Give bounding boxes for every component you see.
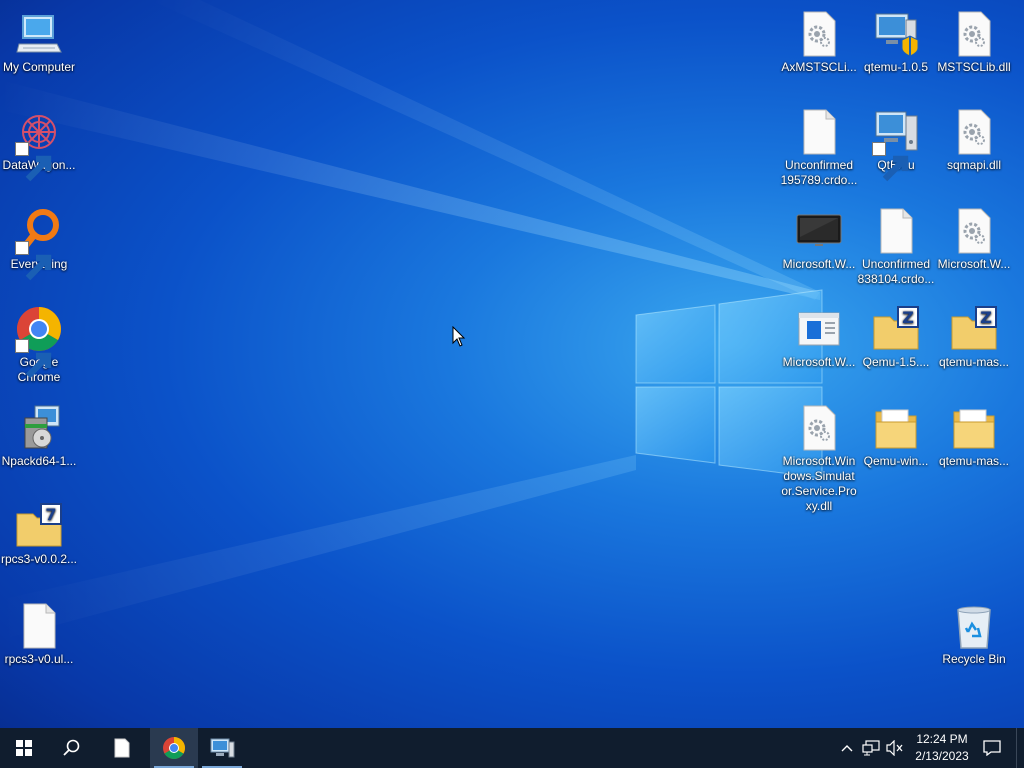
shortcut-arrow-icon bbox=[15, 339, 52, 379]
icon-label: Npackd64-1... bbox=[1, 454, 77, 468]
icon-label: Qemu-win... bbox=[863, 454, 929, 468]
desktop-icon-everything[interactable]: Everything bbox=[0, 207, 78, 281]
desktop-icon-google-chrome[interactable]: Google Chrome bbox=[0, 305, 78, 385]
icon-label: qtemu-mas... bbox=[938, 355, 1010, 369]
desktop-icon-microsoft-w-dll[interactable]: Microsoft.W... bbox=[935, 207, 1013, 272]
qtemu-icon bbox=[872, 108, 920, 182]
mouse-cursor-icon bbox=[452, 325, 466, 353]
desktop-icon-qemu-1-5[interactable]: Z Qemu-1.5.... bbox=[857, 305, 935, 370]
chrome-icon bbox=[163, 737, 185, 759]
everything-icon bbox=[15, 207, 63, 281]
archive-7z-icon: 7 bbox=[15, 502, 63, 550]
taskbar-chrome-button[interactable] bbox=[150, 728, 198, 768]
desktop-icon-qtemu-master-zip[interactable]: Z qtemu-mas... bbox=[935, 305, 1013, 370]
desktop-icon-simulator-proxy-dll[interactable]: Microsoft.Windows.Simulator.Service.Prox… bbox=[780, 404, 858, 514]
blank-file-icon bbox=[795, 108, 843, 156]
icon-label: qtemu-mas... bbox=[938, 454, 1010, 468]
computer-icon bbox=[15, 10, 63, 58]
desktop-icon-microsoft-w-monitor[interactable]: Microsoft.W... bbox=[780, 207, 858, 272]
desktop-icon-qtemu[interactable]: QtEmu bbox=[857, 108, 935, 182]
archive-zip-folder-icon: Z bbox=[950, 305, 998, 353]
search-icon bbox=[63, 739, 80, 756]
icon-label: Unconfirmed 195789.crdo... bbox=[780, 158, 858, 187]
blank-file-icon bbox=[15, 602, 63, 650]
dll-file-icon bbox=[950, 207, 998, 255]
datawagon-icon bbox=[15, 108, 63, 182]
action-center-icon bbox=[983, 740, 1001, 756]
svg-text:7: 7 bbox=[45, 505, 56, 524]
desktop-icon-unconfirmed-195789[interactable]: Unconfirmed 195789.crdo... bbox=[780, 108, 858, 188]
icon-label: Unconfirmed 838104.crdo... bbox=[857, 257, 935, 286]
search-button[interactable] bbox=[48, 728, 96, 768]
desktop-icon-rpcs3-file[interactable]: rpcs3-v0.ul... bbox=[0, 602, 78, 667]
qtemu-setup-icon bbox=[872, 10, 920, 58]
show-desktop-button[interactable] bbox=[1016, 728, 1024, 768]
icon-label: AxMSTSCLi... bbox=[781, 60, 857, 74]
desktop-icon-datawagon[interactable]: DataWagon... bbox=[0, 108, 78, 182]
show-hidden-icons-button[interactable] bbox=[838, 728, 856, 768]
chrome-icon bbox=[15, 305, 63, 379]
svg-text:Z: Z bbox=[902, 308, 914, 327]
folder-icon bbox=[872, 404, 920, 452]
desktop-icon-qtemu-master-folder[interactable]: qtemu-mas... bbox=[935, 404, 1013, 469]
desktop-icon-recycle-bin[interactable]: Recycle Bin bbox=[935, 602, 1013, 667]
icon-label: Qemu-1.5.... bbox=[862, 355, 930, 369]
start-button[interactable] bbox=[0, 728, 48, 768]
shortcut-arrow-icon bbox=[872, 142, 909, 182]
desktop-icon-mstsclib[interactable]: MSTSCLib.dll bbox=[935, 10, 1013, 75]
desktop-icon-my-computer[interactable]: My Computer bbox=[0, 10, 78, 75]
taskbar-clock[interactable]: 12:24 PM 2/13/2023 bbox=[906, 731, 978, 765]
dll-file-icon bbox=[950, 10, 998, 58]
icon-label: qtemu-1.0.5 bbox=[863, 60, 929, 74]
network-button[interactable] bbox=[860, 728, 882, 768]
dll-file-icon bbox=[795, 10, 843, 58]
window-app-icon bbox=[795, 305, 843, 353]
dll-file-icon bbox=[795, 404, 843, 452]
icon-label: rpcs3-v0.ul... bbox=[4, 652, 74, 666]
icon-label: Microsoft.W... bbox=[782, 355, 856, 369]
shortcut-arrow-icon bbox=[15, 241, 52, 281]
icon-label: Microsoft.W... bbox=[782, 257, 856, 271]
icon-label: sqmapi.dll bbox=[946, 158, 1002, 172]
desktop-icon-qtemu-setup[interactable]: qtemu-1.0.5 bbox=[857, 10, 935, 75]
desktop-icon-unconfirmed-838104[interactable]: Unconfirmed 838104.crdo... bbox=[857, 207, 935, 287]
taskbar-remote-desktop-button[interactable] bbox=[198, 728, 246, 768]
icon-label: Microsoft.Windows.Simulator.Service.Prox… bbox=[781, 454, 857, 513]
svg-text:Z: Z bbox=[980, 308, 992, 327]
dll-file-icon bbox=[950, 108, 998, 156]
monitor-icon bbox=[795, 207, 843, 255]
volume-button[interactable] bbox=[884, 728, 906, 768]
chevron-up-icon bbox=[841, 745, 853, 752]
taskbar: 12:24 PM 2/13/2023 bbox=[0, 728, 1024, 768]
desktop-icon-sqmapi[interactable]: sqmapi.dll bbox=[935, 108, 1013, 173]
desktop-icon-microsoft-w-app[interactable]: Microsoft.W... bbox=[780, 305, 858, 370]
icon-label: MSTSCLib.dll bbox=[937, 60, 1011, 74]
clock-time: 12:24 PM bbox=[916, 732, 968, 746]
icon-label: Recycle Bin bbox=[942, 652, 1006, 666]
blank-file-icon bbox=[872, 207, 920, 255]
remote-desktop-icon bbox=[210, 738, 235, 758]
clock-date: 2/13/2023 bbox=[915, 749, 969, 763]
recycle-bin-icon bbox=[950, 602, 998, 650]
start-icon bbox=[16, 740, 32, 756]
icon-label: Microsoft.W... bbox=[937, 257, 1011, 271]
desktop-icon-npackd[interactable]: Npackd64-1... bbox=[0, 404, 78, 469]
file-icon bbox=[114, 738, 130, 758]
volume-muted-icon bbox=[886, 740, 903, 756]
icon-label: My Computer bbox=[2, 60, 76, 74]
icon-label: rpcs3-v0.0.2... bbox=[0, 552, 78, 566]
shortcut-arrow-icon bbox=[15, 142, 52, 182]
action-center-button[interactable] bbox=[976, 728, 1008, 768]
folder-icon bbox=[950, 404, 998, 452]
desktop-icon-qemu-win[interactable]: Qemu-win... bbox=[857, 404, 935, 469]
installer-icon bbox=[15, 404, 63, 452]
network-icon bbox=[862, 740, 880, 756]
taskbar-file-button[interactable] bbox=[98, 728, 146, 768]
desktop-icon-axmstsclib[interactable]: AxMSTSCLi... bbox=[780, 10, 858, 75]
desktop-icon-rpcs3-7z[interactable]: 7 rpcs3-v0.0.2... bbox=[0, 502, 78, 567]
archive-zip-folder-icon: Z bbox=[872, 305, 920, 353]
